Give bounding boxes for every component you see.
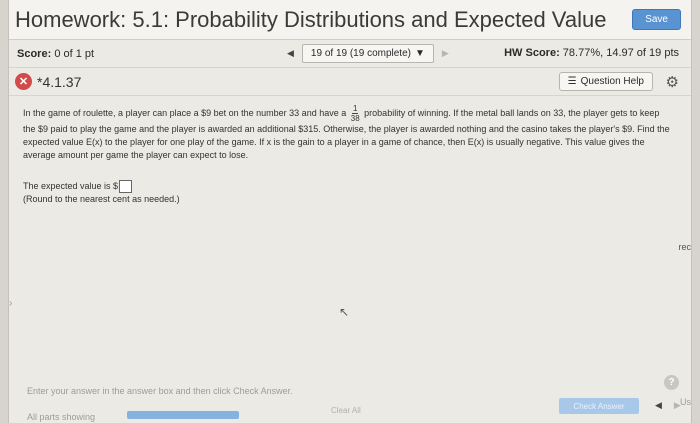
edge-label: Us [680, 397, 691, 407]
bottom-bar: All parts showing Clear All Check Answer… [9, 396, 693, 423]
save-button[interactable]: Save [632, 9, 681, 30]
parts-progress-fill [127, 411, 239, 419]
help-icon[interactable]: ? [664, 375, 679, 390]
question-number: *4.1.37 [37, 73, 82, 90]
homework-window: Homework: 5.1: Probability Distributions… [8, 0, 692, 423]
gear-icon[interactable]: ⚙ [666, 73, 679, 91]
clear-all-button[interactable]: Clear All [331, 406, 361, 415]
chevron-down-icon: ▼ [414, 48, 425, 59]
previous-icon[interactable]: ◀ [655, 400, 662, 411]
bottom-navigation: ◀ ▶ [655, 400, 681, 411]
answer-note: (Round to the nearest cent as needed.) [23, 194, 180, 205]
check-answer-button[interactable]: Check Answer [559, 398, 639, 414]
question-score: Score: 0 of 1 pt [17, 48, 94, 60]
mouse-cursor-icon: ↖ [339, 305, 350, 319]
probability-fraction: 1 38 [351, 104, 360, 123]
chevron-right-icon: › [9, 298, 13, 309]
question-text-part3: $9 paid to play the game and the player … [23, 124, 670, 160]
answer-input[interactable] [119, 180, 133, 194]
answer-block: The expected value is $ (Round to the ne… [23, 180, 677, 206]
question-help-button[interactable]: ☰ Question Help [558, 72, 653, 91]
score-bar: Score: 0 of 1 pt ◀ 19 of 19 (19 complete… [9, 40, 691, 68]
parts-progress-bar [127, 411, 239, 419]
fraction-numerator: 1 [351, 104, 359, 114]
hw-score: HW Score: 78.77%, 14.97 of 19 pts [504, 47, 679, 59]
question-text: In the game of roulette, a player can pl… [23, 104, 673, 162]
list-icon: ☰ [567, 76, 577, 87]
score-label: Score: [17, 47, 52, 60]
title-bar: Homework: 5.1: Probability Distributions… [9, 0, 691, 40]
previous-question-icon[interactable]: ◀ [287, 48, 294, 59]
footer-hint: Enter your answer in the answer box and … [27, 386, 293, 396]
question-content: In the game of roulette, a player can pl… [9, 96, 691, 206]
question-help-label: Question Help [580, 76, 644, 87]
score-value: 0 of 1 pt [54, 47, 95, 60]
page-title: Homework: 5.1: Probability Distributions… [15, 6, 607, 32]
question-selector[interactable]: 19 of 19 (19 complete) ▼ [301, 44, 434, 63]
side-text: rec [678, 242, 691, 252]
question-bar: ✕ *4.1.37 ☰ Question Help ⚙ [9, 68, 691, 96]
next-question-icon[interactable]: ▶ [442, 48, 449, 59]
incorrect-x-icon: ✕ [15, 73, 32, 90]
fraction-denominator: 38 [350, 114, 360, 123]
question-counter: 19 of 19 (19 complete) [310, 48, 411, 59]
hw-score-label: HW Score: [504, 47, 560, 59]
question-text-part1: In the game of roulette, a player can pl… [23, 107, 347, 118]
hw-score-value: 78.77%, 14.97 of 19 pts [562, 47, 679, 59]
answer-line: The expected value is $ [23, 180, 677, 194]
parts-showing-label: All parts showing [27, 412, 96, 422]
answer-prompt: The expected value is $ [23, 181, 119, 191]
question-navigation: ◀ 19 of 19 (19 complete) ▼ ▶ [287, 44, 449, 63]
